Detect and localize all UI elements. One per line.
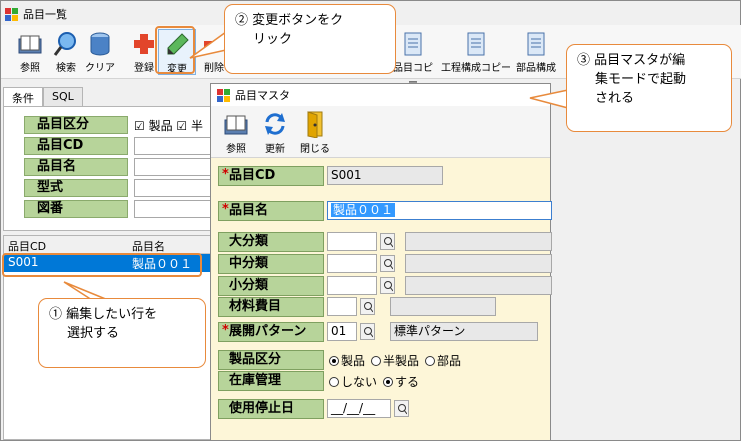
callout-select-row: ① 編集したい行を 選択する xyxy=(38,298,206,368)
callout-click-edit: ② 変更ボタンをク リック xyxy=(224,4,396,74)
callout-edit-mode: ③ 品目マスタが編 集モードで起動 される xyxy=(566,44,732,132)
